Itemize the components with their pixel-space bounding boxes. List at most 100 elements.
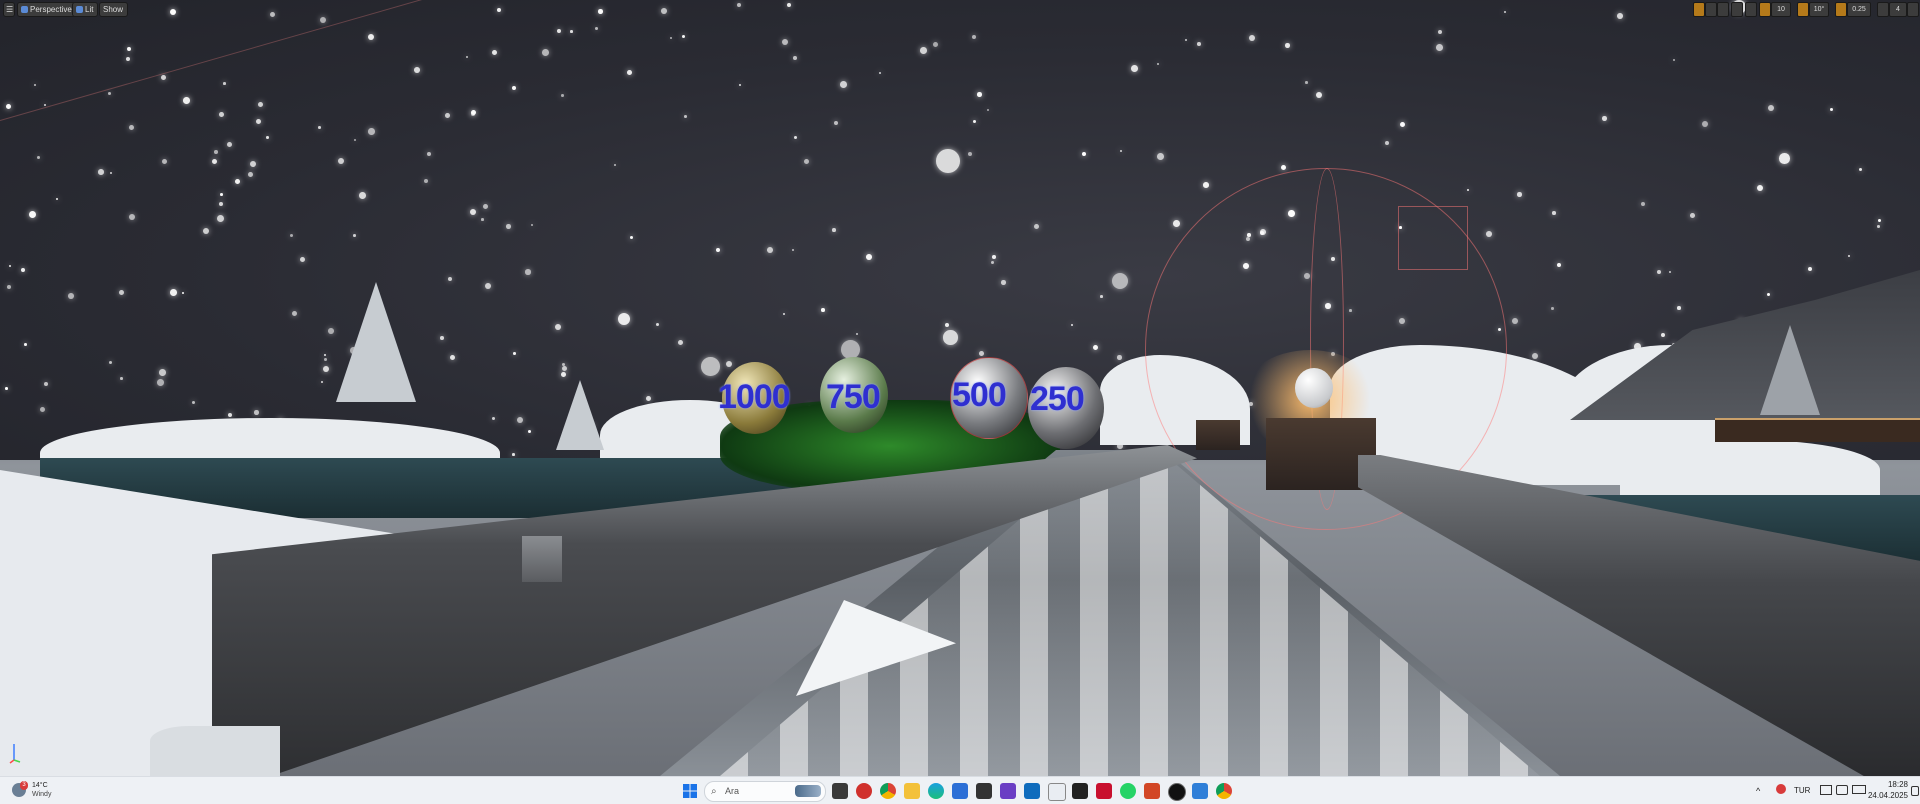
hamburger-menu-icon: ☰ (6, 5, 14, 14)
snowflake (517, 417, 523, 423)
snowflake (254, 410, 259, 415)
lit-button[interactable]: Lit (72, 2, 99, 17)
snowflake (1512, 318, 1518, 324)
chrome-alt-icon[interactable] (1216, 783, 1232, 799)
perspective-label: Perspective (30, 5, 72, 14)
visual-studio-icon[interactable] (1000, 783, 1016, 799)
network-icon[interactable] (1820, 785, 1832, 795)
grid-snap-value[interactable]: 10 (1771, 2, 1791, 17)
outlook-icon[interactable] (1024, 783, 1040, 799)
task-view-icon[interactable] (832, 783, 848, 799)
epic-games-icon[interactable] (1072, 783, 1088, 799)
perspective-button[interactable]: Perspective (17, 2, 77, 17)
windows-start-icon[interactable] (682, 783, 698, 799)
snow-tree-small (556, 380, 604, 450)
viewport-options-button[interactable]: ☰ (3, 2, 15, 17)
volume-icon[interactable] (1836, 785, 1848, 795)
snowflake (782, 39, 788, 45)
unity-icon[interactable] (976, 783, 992, 799)
snowflake (481, 218, 484, 221)
weather-widget[interactable]: 3 14°C Windy (8, 781, 78, 801)
snowflake (1157, 153, 1164, 160)
snowflake (1551, 307, 1554, 310)
coordinate-space-icon[interactable] (1731, 2, 1743, 17)
snow-tree-left (336, 282, 416, 402)
snowflake (161, 75, 166, 80)
snowflake (1249, 35, 1255, 41)
pedestal-small[interactable] (1196, 420, 1240, 450)
snowflake (250, 161, 257, 168)
tray-app-icon[interactable] (1776, 784, 1786, 794)
snowflake (170, 289, 177, 296)
snowflake (661, 8, 667, 14)
axis-gizmo (9, 744, 21, 764)
photos-icon[interactable] (1192, 783, 1208, 799)
snowflake (1830, 108, 1833, 111)
scale-snap-icon[interactable] (1835, 2, 1847, 17)
stone-post[interactable] (522, 536, 562, 582)
snowflake (1100, 295, 1103, 298)
surface-snap-icon[interactable] (1745, 2, 1757, 17)
scale-snap-value[interactable]: 0.25 (1847, 2, 1871, 17)
rotation-snap-value[interactable]: 10° (1809, 2, 1829, 17)
grid-snap-icon[interactable] (1759, 2, 1771, 17)
snowflake (977, 92, 982, 97)
scale-mode-icon[interactable] (1717, 2, 1729, 17)
snowflake (630, 236, 633, 239)
snowflake (24, 343, 27, 346)
snowflake (936, 149, 960, 173)
snow-mound-right (1620, 440, 1880, 500)
tray-overflow-icon[interactable]: ^ (1756, 786, 1760, 796)
snowflake (6, 104, 11, 109)
snowflake (1877, 225, 1880, 228)
snowflake (323, 366, 329, 372)
snowflake (219, 112, 224, 117)
notepad-icon[interactable] (1048, 783, 1066, 801)
edge-icon[interactable] (928, 783, 944, 799)
snowflake (1690, 213, 1695, 218)
snowflake (920, 47, 927, 54)
notification-icon[interactable] (1911, 786, 1919, 796)
mcafee-icon[interactable] (1096, 783, 1112, 799)
powerpoint-icon[interactable] (1144, 783, 1160, 799)
whatsapp-icon[interactable] (1120, 783, 1136, 799)
camera-speed-icon[interactable] (1877, 2, 1889, 17)
opera-icon[interactable] (856, 783, 872, 799)
pedestal-orb[interactable] (1295, 368, 1333, 408)
snowflake (223, 82, 226, 85)
show-button[interactable]: Show (99, 2, 129, 17)
snowflake (1001, 280, 1006, 285)
transform-mode-icon[interactable] (1693, 2, 1705, 17)
snowflake (120, 377, 123, 380)
level-viewport[interactable]: 1000 750 500 250 ☰ Perspective Lit Show … (0, 0, 1920, 776)
language-indicator[interactable]: TUR (1794, 786, 1810, 795)
snowflake (353, 234, 356, 237)
taskbar-search[interactable]: ⌕ Ara (704, 781, 826, 802)
snowflake (512, 453, 515, 456)
snowflake (129, 125, 134, 130)
debug-label-250: 250 (1030, 380, 1085, 418)
snowflake (445, 113, 450, 118)
unreal-icon[interactable] (1168, 783, 1186, 801)
snowflake (359, 192, 366, 199)
maximize-viewport-icon[interactable] (1907, 2, 1919, 17)
clock-time[interactable]: 18:28 (1878, 780, 1908, 789)
camera-speed-value[interactable]: 4 (1889, 2, 1907, 17)
snowflake (646, 396, 651, 401)
clock-date[interactable]: 24.04.2025 (1866, 791, 1908, 800)
snowflake (129, 214, 135, 220)
snowflake (1757, 185, 1763, 191)
snowflake (943, 330, 958, 345)
snowflake (182, 292, 185, 295)
search-highlight-icon (795, 785, 821, 797)
store-icon[interactable] (952, 783, 968, 799)
rotation-snap-icon[interactable] (1797, 2, 1809, 17)
chrome-icon[interactable] (880, 783, 896, 799)
snowflake (793, 56, 797, 60)
battery-icon[interactable] (1852, 785, 1866, 794)
rotate-mode-icon[interactable] (1705, 2, 1717, 17)
snowflake (595, 27, 598, 30)
snowflake (684, 115, 687, 118)
snowflake (701, 357, 720, 376)
file-explorer-icon[interactable] (904, 783, 920, 799)
